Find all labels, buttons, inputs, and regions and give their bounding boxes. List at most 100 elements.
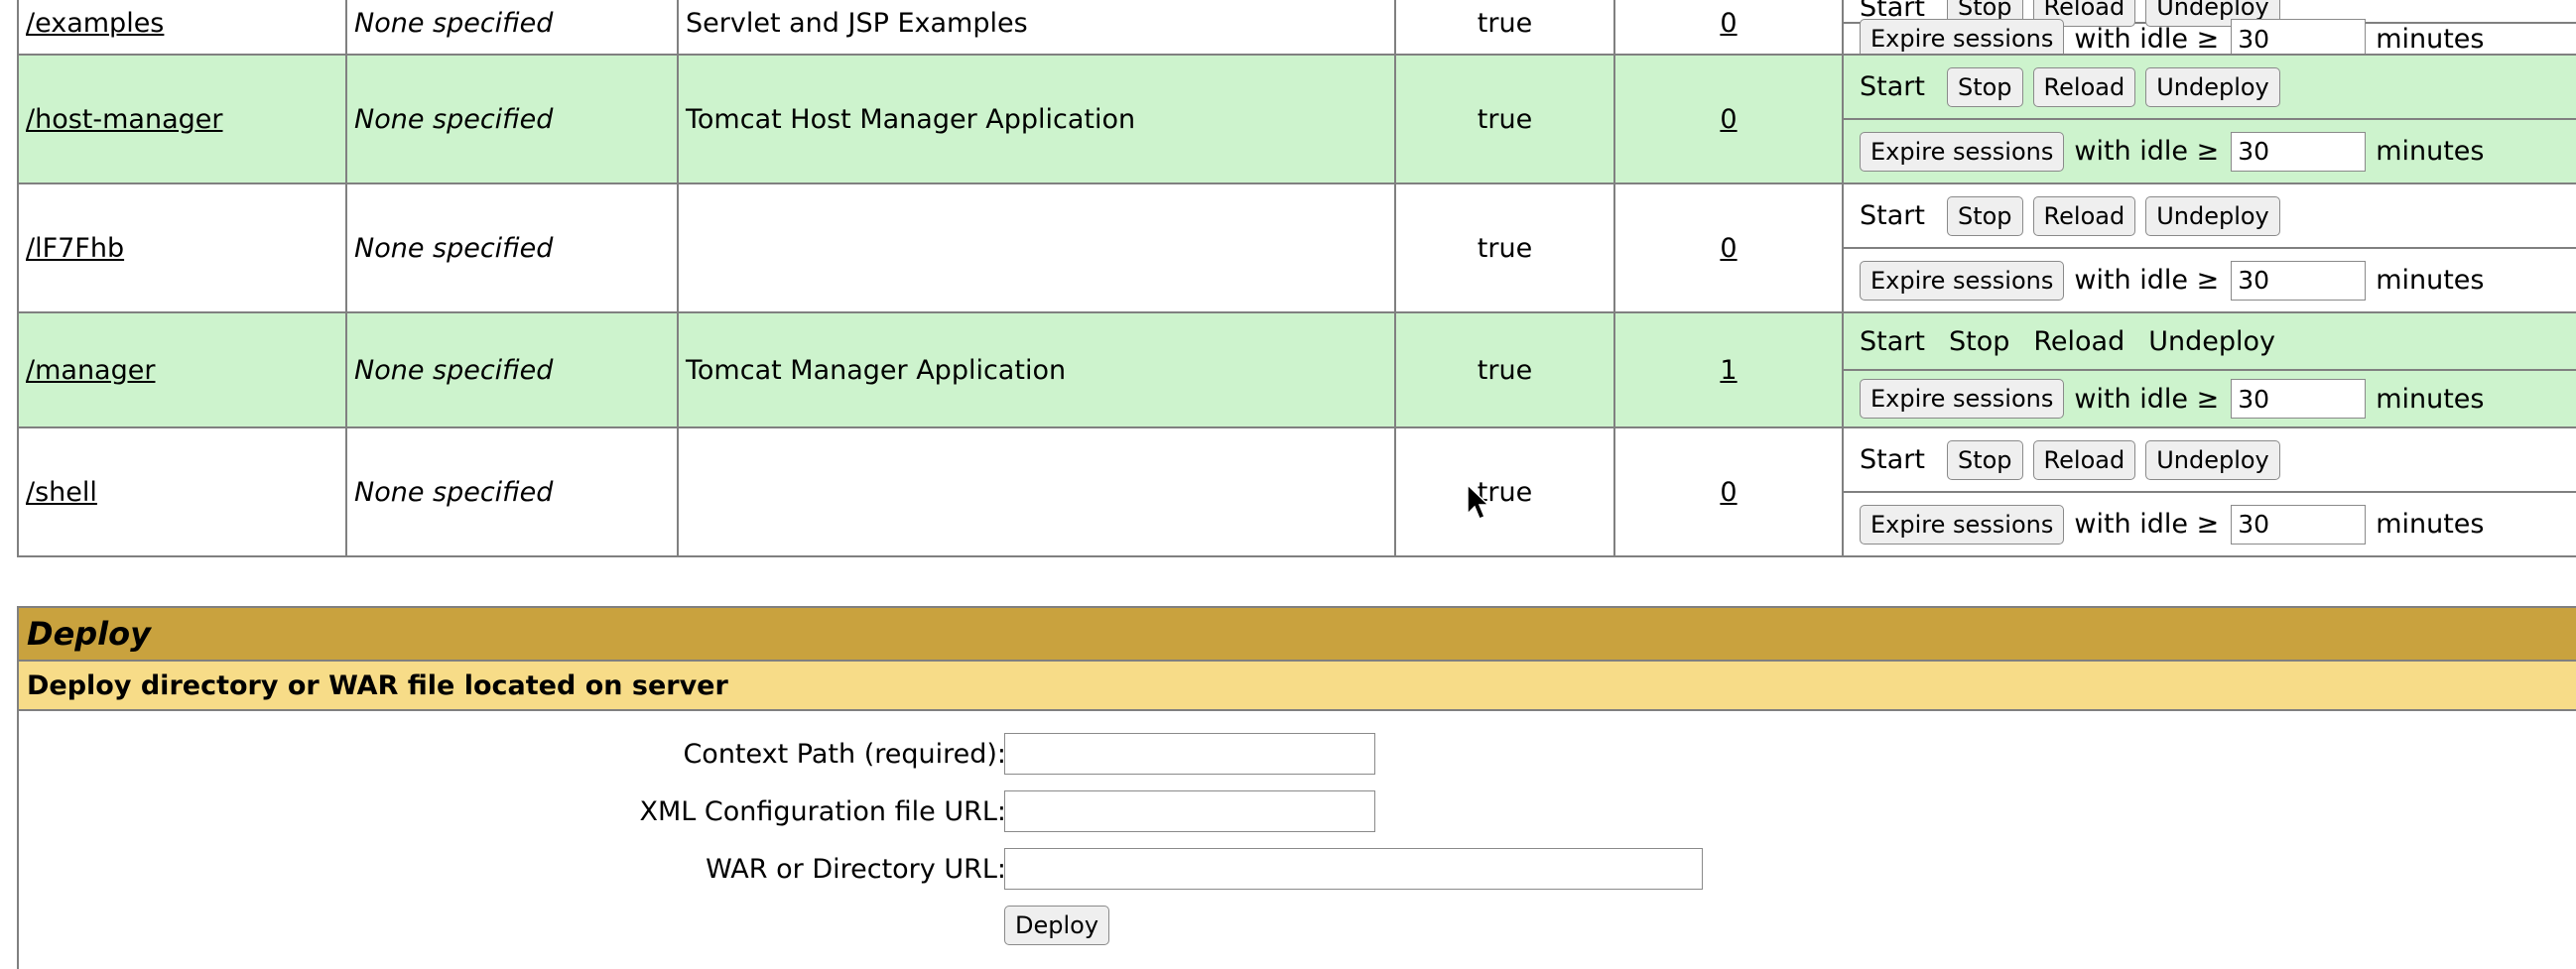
idle-minutes-input[interactable] bbox=[2231, 260, 2367, 301]
idle-minutes-input[interactable] bbox=[2231, 504, 2367, 545]
app-path-link[interactable]: /examples bbox=[26, 8, 164, 39]
app-running-cell: true bbox=[1394, 426, 1615, 557]
expire-sessions-row: Expire sessions with idle ≥ minutes bbox=[1845, 249, 2575, 310]
with-idle-label: with idle ≥ bbox=[2074, 136, 2220, 167]
applications-table: /examples None specified Servlet and JSP… bbox=[17, 0, 2576, 557]
expire-sessions-row: Expire sessions with idle ≥ minutes bbox=[1845, 120, 2575, 182]
reload-button[interactable]: Reload bbox=[2032, 66, 2136, 107]
app-display-name-cell: Tomcat Manager Application bbox=[677, 311, 1396, 428]
with-idle-label: with idle ≥ bbox=[2074, 383, 2220, 415]
app-path-link[interactable]: /lF7Fhb bbox=[26, 233, 124, 264]
app-sessions-cell: 0 bbox=[1613, 0, 1844, 56]
expire-sessions-row: Expire sessions with idle ≥ minutes bbox=[1845, 493, 2575, 554]
expire-sessions-button[interactable]: Expire sessions bbox=[1860, 131, 2065, 172]
app-path-link[interactable]: /manager bbox=[26, 355, 155, 386]
war-url-input[interactable] bbox=[1004, 848, 1703, 890]
minutes-label: minutes bbox=[2376, 136, 2485, 167]
minutes-label: minutes bbox=[2376, 23, 2485, 55]
command-buttons-row: Start Stop Reload Undeploy bbox=[1845, 314, 2575, 371]
app-path-cell: /host-manager bbox=[17, 54, 347, 184]
app-commands-cell: Start Stop Reload Undeploy Expire sessio… bbox=[1842, 311, 2576, 428]
minutes-label: minutes bbox=[2376, 265, 2485, 296]
stop-button[interactable]: Stop bbox=[1946, 195, 2023, 236]
start-link[interactable]: Start bbox=[1860, 326, 1925, 357]
sessions-link[interactable]: 0 bbox=[1720, 477, 1737, 508]
with-idle-label: with idle ≥ bbox=[2074, 23, 2220, 55]
app-path-link[interactable]: /host-manager bbox=[26, 104, 222, 135]
app-commands-cell: Start Stop Reload Undeploy Expire sessio… bbox=[1842, 0, 2576, 56]
app-version-cell: None specified bbox=[345, 54, 679, 184]
reload-link[interactable]: Reload bbox=[2033, 326, 2125, 357]
config-url-row: XML Configuration file URL: bbox=[19, 790, 2576, 836]
sessions-link[interactable]: 0 bbox=[1720, 8, 1737, 39]
app-row: /shell None specified true 0 Start Stop … bbox=[17, 426, 2576, 557]
app-display-name-cell: Servlet and JSP Examples bbox=[677, 0, 1396, 56]
app-commands-cell: Start Stop Reload Undeploy Expire sessio… bbox=[1842, 182, 2576, 313]
command-buttons-row: Start Stop Reload Undeploy bbox=[1845, 57, 2575, 120]
start-label: Start bbox=[1860, 71, 1925, 102]
context-path-label: Context Path (required): bbox=[683, 739, 1006, 770]
expire-sessions-button[interactable]: Expire sessions bbox=[1860, 379, 2065, 419]
config-url-label: XML Configuration file URL: bbox=[639, 796, 1006, 827]
app-running-cell: true bbox=[1394, 0, 1615, 56]
stop-button[interactable]: Stop bbox=[1946, 66, 2023, 107]
app-version-cell: None specified bbox=[345, 182, 679, 313]
context-path-input[interactable] bbox=[1004, 733, 1375, 775]
app-sessions-cell: 1 bbox=[1613, 311, 1844, 428]
war-url-label: WAR or Directory URL: bbox=[706, 854, 1006, 885]
deploy-button[interactable]: Deploy bbox=[1004, 906, 1110, 945]
app-row: /lF7Fhb None specified true 0 Start Stop… bbox=[17, 182, 2576, 313]
app-running-cell: true bbox=[1394, 311, 1615, 428]
expire-sessions-row: Expire sessions with idle ≥ minutes bbox=[1845, 19, 2575, 55]
app-version-cell: None specified bbox=[345, 311, 679, 428]
start-label: Start bbox=[1860, 444, 1925, 475]
reload-button[interactable]: Reload bbox=[2032, 439, 2136, 480]
config-url-input[interactable] bbox=[1004, 790, 1375, 832]
app-row: /host-manager None specified Tomcat Host… bbox=[17, 54, 2576, 184]
sessions-link[interactable]: 0 bbox=[1720, 104, 1737, 135]
expire-sessions-button[interactable]: Expire sessions bbox=[1860, 504, 2065, 545]
idle-minutes-input[interactable] bbox=[2231, 131, 2367, 172]
with-idle-label: with idle ≥ bbox=[2074, 265, 2220, 296]
command-buttons-row: Start Stop Reload Undeploy bbox=[1845, 185, 2575, 249]
app-path-cell: /shell bbox=[17, 426, 347, 557]
tomcat-manager-page: /examples None specified Servlet and JSP… bbox=[0, 0, 2576, 969]
idle-minutes-input[interactable] bbox=[2231, 19, 2367, 53]
app-sessions-cell: 0 bbox=[1613, 182, 1844, 313]
deploy-section-title: Deploy bbox=[19, 606, 2576, 662]
app-path-link[interactable]: /shell bbox=[26, 477, 97, 508]
expire-sessions-button[interactable]: Expire sessions bbox=[1860, 19, 2065, 53]
app-version-cell: None specified bbox=[345, 426, 679, 557]
sessions-link[interactable]: 1 bbox=[1720, 355, 1737, 386]
app-path-cell: /manager bbox=[17, 311, 347, 428]
stop-link[interactable]: Stop bbox=[1949, 326, 2009, 357]
app-sessions-cell: 0 bbox=[1613, 54, 1844, 184]
app-commands-cell: Start Stop Reload Undeploy Expire sessio… bbox=[1842, 54, 2576, 184]
context-path-row: Context Path (required): bbox=[19, 733, 2576, 779]
deploy-section: Deploy Deploy directory or WAR file loca… bbox=[17, 606, 2576, 969]
undeploy-button[interactable]: Undeploy bbox=[2145, 66, 2280, 107]
app-commands-cell: Start Stop Reload Undeploy Expire sessio… bbox=[1842, 426, 2576, 557]
undeploy-button[interactable]: Undeploy bbox=[2145, 439, 2280, 480]
expire-sessions-button[interactable]: Expire sessions bbox=[1860, 260, 2065, 301]
app-path-cell: /lF7Fhb bbox=[17, 182, 347, 313]
minutes-label: minutes bbox=[2376, 509, 2485, 540]
expire-sessions-row: Expire sessions with idle ≥ minutes bbox=[1845, 371, 2575, 425]
undeploy-button[interactable]: Undeploy bbox=[2145, 195, 2280, 236]
command-buttons-row: Start Stop Reload Undeploy bbox=[1845, 429, 2575, 493]
app-display-name-cell bbox=[677, 182, 1396, 313]
app-sessions-cell: 0 bbox=[1613, 426, 1844, 557]
app-row: /manager None specified Tomcat Manager A… bbox=[17, 311, 2576, 428]
sessions-link[interactable]: 0 bbox=[1720, 233, 1737, 264]
app-version-cell: None specified bbox=[345, 0, 679, 56]
idle-minutes-input[interactable] bbox=[2231, 379, 2367, 419]
stop-button[interactable]: Stop bbox=[1946, 439, 2023, 480]
app-path-cell: /examples bbox=[17, 0, 347, 56]
minutes-label: minutes bbox=[2376, 383, 2485, 415]
with-idle-label: with idle ≥ bbox=[2074, 509, 2220, 540]
undeploy-link[interactable]: Undeploy bbox=[2148, 326, 2275, 357]
app-row: /examples None specified Servlet and JSP… bbox=[17, 0, 2576, 56]
war-url-row: WAR or Directory URL: bbox=[19, 848, 2576, 894]
app-display-name-cell bbox=[677, 426, 1396, 557]
reload-button[interactable]: Reload bbox=[2032, 195, 2136, 236]
